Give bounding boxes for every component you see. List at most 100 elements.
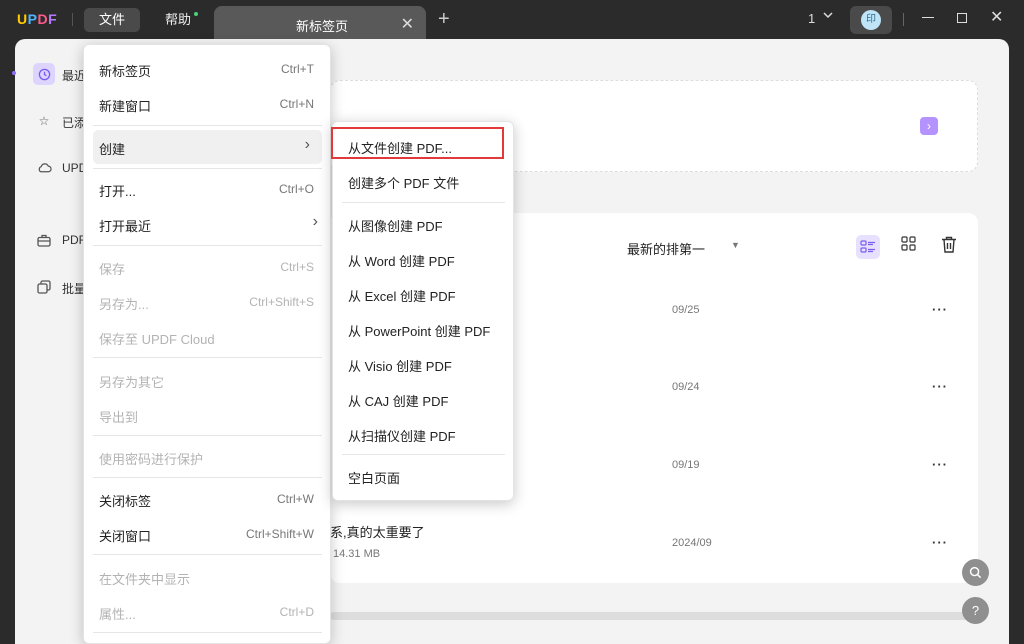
menu-item-save: 保存 Ctrl+S xyxy=(84,250,330,284)
close-window-icon[interactable]: ✕ xyxy=(990,7,1003,27)
menu-item-label: 保存 xyxy=(99,262,126,277)
help-icon[interactable]: ? xyxy=(962,597,989,624)
briefcase-icon xyxy=(33,229,55,251)
menu-item-label: 创建 xyxy=(99,142,126,157)
row-date: 09/24 xyxy=(672,381,700,393)
more-icon[interactable]: ··· xyxy=(932,379,948,394)
menu-item-shortcut: Ctrl+O xyxy=(278,182,314,196)
sort-dropdown[interactable]: 最新的排第一 xyxy=(627,239,705,258)
menu-divider xyxy=(93,125,322,126)
notification-dot xyxy=(194,12,198,16)
menu-item-label: 保存至 UPDF Cloud xyxy=(99,332,215,347)
menu-item-shortcut: Ctrl+Shift+S xyxy=(249,295,314,309)
chevron-right-icon: › xyxy=(312,213,318,230)
menu-item-label: 从图像创建 PDF xyxy=(348,219,443,234)
menu-item-shortcut: Ctrl+S xyxy=(280,260,314,274)
trash-icon[interactable] xyxy=(941,236,957,258)
tab-new[interactable]: 新标签页 ✕ xyxy=(214,6,426,39)
chevron-right-icon[interactable]: › xyxy=(920,117,938,135)
menu-item-label: 从 PowerPoint 创建 PDF xyxy=(348,324,491,339)
menu-item-properties: 属性... Ctrl+D xyxy=(84,595,330,629)
file-menu-button[interactable]: 文件 xyxy=(84,8,140,32)
caret-down-icon[interactable]: ▼ xyxy=(731,240,740,250)
menu-item-save-to-cloud: 保存至 UPDF Cloud xyxy=(84,320,330,354)
submenu-item-create-multiple[interactable]: 创建多个 PDF 文件 xyxy=(333,164,513,198)
file-title[interactable]: 系,真的太重要了 xyxy=(330,522,425,541)
account-button[interactable]: 印 xyxy=(850,6,892,34)
menu-item-open-recent[interactable]: 打开最近 › xyxy=(84,207,330,241)
more-icon[interactable]: ··· xyxy=(932,457,948,472)
menu-item-label: 关闭窗口 xyxy=(99,529,152,544)
menu-item-label: 从 Visio 创建 PDF xyxy=(348,359,452,374)
divider xyxy=(72,13,73,26)
menu-item-label: 新建窗口 xyxy=(99,99,152,114)
menu-divider xyxy=(93,554,322,555)
row-date: 2024/09 xyxy=(672,537,712,549)
highlight-box xyxy=(331,127,504,159)
menu-divider xyxy=(342,454,505,455)
menu-item-label: 关闭标签 xyxy=(99,494,152,509)
minimize-icon[interactable] xyxy=(922,17,934,18)
help-menu-button[interactable]: 帮助 xyxy=(150,8,206,32)
menu-item-label: 另存为其它 xyxy=(99,375,165,390)
window-count[interactable]: 1 xyxy=(808,11,815,26)
search-icon[interactable] xyxy=(962,559,989,586)
menu-item-show-in-folder: 在文件夹中显示 xyxy=(84,560,330,594)
menu-item-shortcut: Ctrl+T xyxy=(281,62,314,76)
menu-item-open[interactable]: 打开... Ctrl+O xyxy=(84,172,330,206)
more-icon[interactable]: ··· xyxy=(932,302,948,317)
submenu-item-from-caj[interactable]: 从 CAJ 创建 PDF xyxy=(333,382,513,416)
submenu-item-from-word[interactable]: 从 Word 创建 PDF xyxy=(333,242,513,276)
row-date: 09/25 xyxy=(672,304,700,316)
menu-item-label: 另存为... xyxy=(99,297,149,312)
submenu-item-from-powerpoint[interactable]: 从 PowerPoint 创建 PDF xyxy=(333,312,513,346)
submenu-item-blank-page[interactable]: 空白页面 xyxy=(333,459,513,493)
cloud-icon xyxy=(33,157,55,179)
grid-view-icon[interactable] xyxy=(901,236,916,255)
chevron-down-icon[interactable] xyxy=(822,9,834,24)
maximize-icon[interactable] xyxy=(957,13,967,23)
list-view-icon[interactable] xyxy=(856,235,880,259)
create-submenu: 从文件创建 PDF... 创建多个 PDF 文件 从图像创建 PDF 从 Wor… xyxy=(332,121,514,501)
menu-item-save-as-other: 另存为其它 xyxy=(84,363,330,397)
menu-item-close-tab[interactable]: 关闭标签 Ctrl+W xyxy=(84,482,330,516)
menu-item-label: 从扫描仪创建 PDF xyxy=(348,429,456,444)
menu-item-shortcut: Ctrl+N xyxy=(279,97,314,111)
menu-item-shortcut: Ctrl+D xyxy=(279,605,314,619)
menu-divider xyxy=(93,245,322,246)
menu-item-label: 新标签页 xyxy=(99,64,152,79)
menu-item-new-window[interactable]: 新建窗口 Ctrl+N xyxy=(84,87,330,121)
star-icon: ☆ xyxy=(38,114,50,128)
menu-item-label: 打开最近 xyxy=(99,219,152,234)
add-tab-button[interactable]: + xyxy=(438,8,450,31)
file-size: 14.31 MB xyxy=(333,548,381,560)
menu-item-password-protect: 使用密码进行保护 xyxy=(84,440,330,474)
clock-icon xyxy=(33,63,55,85)
menu-item-label: 从 Word 创建 PDF xyxy=(348,254,455,269)
menu-item-label: 使用密码进行保护 xyxy=(99,452,204,467)
submenu-item-from-excel[interactable]: 从 Excel 创建 PDF xyxy=(333,277,513,311)
menu-item-new-tab[interactable]: 新标签页 Ctrl+T xyxy=(84,52,330,86)
close-icon[interactable]: ✕ xyxy=(401,14,414,34)
menu-item-label: 导出到 xyxy=(99,410,139,425)
title-bar: UPDF 文件 帮助 新标签页 ✕ + 1 印 ✕ xyxy=(0,0,1024,39)
updf-logo: UPDF xyxy=(17,11,58,27)
submenu-item-from-image[interactable]: 从图像创建 PDF xyxy=(333,207,513,241)
avatar: 印 xyxy=(861,10,881,30)
chevron-right-icon: › xyxy=(304,136,310,153)
menu-item-create[interactable]: 创建 › xyxy=(93,130,322,164)
menu-item-label: 从 CAJ 创建 PDF xyxy=(348,394,449,409)
menu-divider xyxy=(93,168,322,169)
menu-item-close-window[interactable]: 关闭窗口 Ctrl+Shift+W xyxy=(84,517,330,551)
menu-item-label: 在文件夹中显示 xyxy=(99,572,191,587)
tab-label: 新标签页 xyxy=(296,19,349,34)
submenu-item-from-visio[interactable]: 从 Visio 创建 PDF xyxy=(333,347,513,381)
submenu-item-from-scanner[interactable]: 从扫描仪创建 PDF xyxy=(333,417,513,451)
menu-item-save-as: 另存为... Ctrl+Shift+S xyxy=(84,285,330,319)
divider xyxy=(903,13,904,26)
menu-item-shortcut: Ctrl+Shift+W xyxy=(245,527,314,541)
horizontal-scrollbar[interactable] xyxy=(330,612,978,620)
more-icon[interactable]: ··· xyxy=(932,535,948,550)
menu-item-label: 从 Excel 创建 PDF xyxy=(348,289,456,304)
menu-item-label: 创建多个 PDF 文件 xyxy=(348,176,460,191)
